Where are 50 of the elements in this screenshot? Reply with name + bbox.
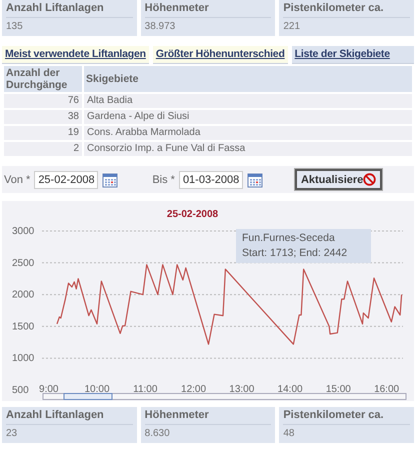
stat-label: Höhenmeter — [144, 409, 272, 425]
stat-label: Pistenkilometer ca. — [283, 409, 410, 425]
axis-label: 1000 — [12, 353, 34, 364]
stat-value: 38.973 — [144, 21, 176, 33]
axis-label: 2000 — [12, 290, 34, 301]
axis-label: 15:00 — [326, 384, 351, 395]
from-label: Von * — [4, 174, 30, 186]
chart-title: 25-02-2008 — [166, 209, 218, 220]
table-cell: Cons. Arabba Marmolada — [84, 126, 412, 140]
from-date-field[interactable]: 25-02-2008 — [34, 170, 98, 188]
no-entry-icon — [363, 173, 376, 186]
scrollbar[interactable] — [42, 393, 406, 400]
axis-label: 16:00 — [374, 384, 400, 395]
to-label: Bis * — [152, 174, 175, 186]
stat-value: 135 — [6, 21, 24, 33]
stat-label: Pistenkilometer ca. — [283, 2, 410, 18]
table-cell: Gardena - Alpe di Siusi — [84, 110, 412, 124]
tab[interactable]: Liste der Skigebiete — [292, 46, 414, 64]
axis-label: 500 — [12, 385, 29, 396]
column-header: Anzahl der Durchgänge — [4, 66, 82, 92]
axis-label: 14:00 — [278, 384, 303, 395]
tab[interactable]: Meist verwendete Liftanlagen — [2, 46, 149, 64]
table-cell: Consorzio Imp. a Fune Val di Fassa — [84, 142, 412, 156]
axis-label: 11:00 — [133, 384, 158, 395]
update-button[interactable]: Aktualisiere — [294, 169, 382, 190]
calendar-icon[interactable] — [246, 172, 263, 188]
axis-label: 2500 — [12, 258, 34, 269]
table-cell: Alta Badia — [84, 94, 412, 108]
table-cell: 19 — [4, 126, 82, 140]
axis-label: 9:00 — [39, 384, 58, 395]
tab[interactable]: Größter Höhenunterschied — [152, 46, 288, 64]
column-header: Skigebiete — [84, 66, 412, 92]
stat-value: 8.630 — [144, 428, 171, 440]
chart-tooltip: Fun.Furnes-Seceda Start: 1713; End: 2442 — [236, 229, 372, 263]
axis-label: 10:00 — [84, 384, 110, 395]
calendar-icon[interactable] — [102, 172, 118, 188]
stat-value: 48 — [283, 428, 296, 440]
axis-label: 13:00 — [229, 384, 254, 395]
axis-label: 12:00 — [181, 384, 206, 395]
stat-label: Anzahl Liftanlagen — [6, 2, 133, 18]
stat-value: 221 — [283, 21, 302, 33]
table-cell: 2 — [4, 142, 82, 156]
axis-label: 1500 — [12, 321, 34, 332]
stat-label: Höhenmeter — [144, 2, 272, 18]
table-cell: 76 — [4, 94, 82, 108]
stat-label: Anzahl Liftanlagen — [6, 409, 133, 425]
to-date-field[interactable]: 01-03-2008 — [178, 170, 243, 188]
stat-value: 23 — [6, 428, 18, 440]
table-cell: 38 — [4, 110, 82, 124]
axis-label: 3000 — [12, 226, 34, 237]
